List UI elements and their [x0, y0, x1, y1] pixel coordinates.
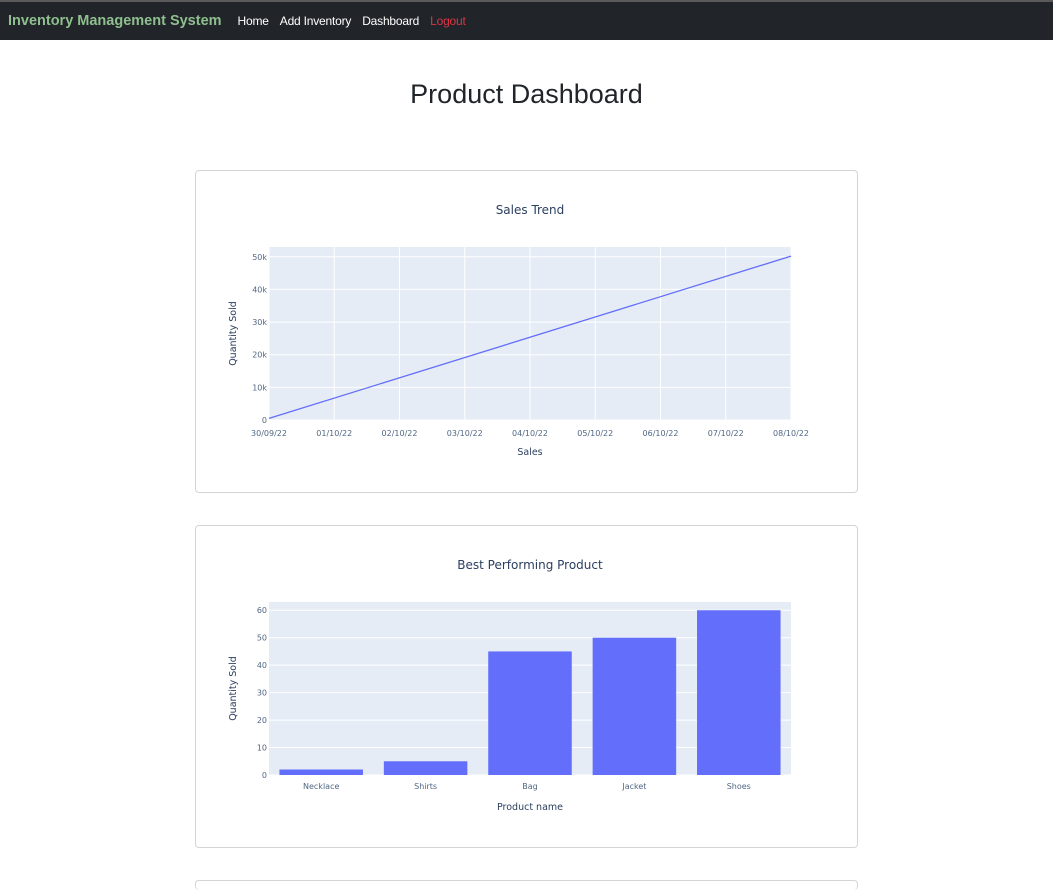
bar-bag: [488, 651, 572, 775]
sales-trend-chart: Sales Trend Sales Quantity Sold 30/09/22 01/…: [228, 203, 809, 458]
nav-link-dashboard[interactable]: Dashboard: [362, 14, 419, 28]
nav-link-logout[interactable]: Logout: [430, 14, 466, 28]
x-tick-label: Bag: [522, 782, 537, 791]
y-tick-label: 20: [257, 716, 267, 725]
x-tick-label: Necklace: [303, 782, 339, 791]
y-tick-label: 10k: [252, 383, 267, 392]
bar-shirts: [383, 761, 468, 775]
y-tick-label: 20k: [252, 351, 267, 360]
x-axis-label: Product name: [497, 802, 563, 813]
y-tick-label: 60: [257, 606, 267, 615]
navbar: Inventory Management System Home Add Inv…: [0, 2, 1053, 40]
bar-necklace: [279, 769, 363, 775]
y-tick-label: 10: [257, 744, 267, 753]
y-tick-label: 0: [262, 416, 267, 425]
bar-jacket: [592, 637, 677, 775]
x-axis-label: Sales: [517, 447, 542, 458]
nav-link-home[interactable]: Home: [238, 14, 269, 28]
page-title: Product Dashboard: [410, 79, 643, 109]
y-tick-label: 30: [257, 689, 267, 698]
y-tick-label: 0: [262, 771, 267, 780]
sales-trend-card: Sales Trend Sales Quantity Sold 30/09/22 01/…: [195, 170, 858, 493]
chart-title: Best Performing Product: [457, 558, 603, 572]
chart-title: Sales Trend: [496, 203, 565, 217]
x-tick-label: 02/10/22: [382, 429, 418, 438]
x-tick-label: Shoes: [727, 782, 751, 791]
best-product-chart: Best Performing Product Product name Quant…: [228, 558, 791, 813]
y-tick-label: 40: [257, 661, 267, 670]
x-tick-label: 04/10/22: [512, 429, 548, 438]
y-tick-label: 40k: [252, 285, 267, 294]
x-tick-label: 05/10/22: [577, 429, 613, 438]
navbar-brand[interactable]: Inventory Management System: [8, 13, 222, 29]
x-tick-label: 08/10/22: [773, 429, 809, 438]
best-product-card: Best Performing Product Product name Quant…: [195, 525, 858, 848]
y-tick-label: 50: [257, 634, 267, 643]
x-tick-label: 07/10/22: [708, 429, 744, 438]
nav-link-add-inventory[interactable]: Add Inventory: [280, 14, 352, 28]
x-tick-label: 03/10/22: [447, 429, 483, 438]
x-tick-label: 01/10/22: [316, 429, 352, 438]
bar-shoes: [697, 610, 781, 775]
x-tick-label: Shirts: [414, 782, 437, 791]
y-tick-label: 50k: [252, 253, 267, 262]
x-tick-label: Jacket: [621, 782, 646, 791]
x-tick-label: 06/10/22: [643, 429, 679, 438]
y-tick-label: 30k: [252, 318, 267, 327]
y-axis-label: Quantity Sold: [228, 656, 239, 721]
y-axis-label: Quantity Sold: [228, 301, 239, 366]
x-tick-label: 30/09/22: [251, 429, 287, 438]
